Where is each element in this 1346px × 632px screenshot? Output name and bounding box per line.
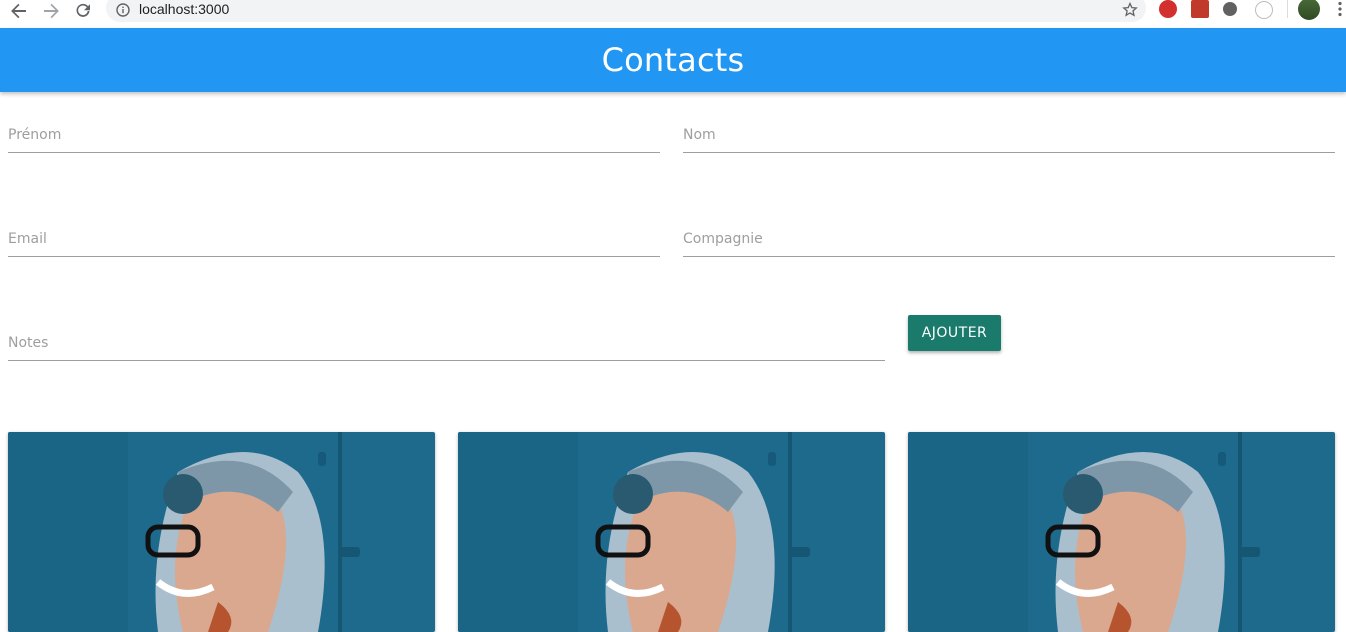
- extension-icon[interactable]: [1223, 2, 1237, 16]
- arrow-right-icon: [44, 3, 59, 19]
- page-title: Contacts: [601, 41, 745, 79]
- browser-toolbar: localhost:3000: [0, 0, 1346, 28]
- first-name-input[interactable]: [8, 118, 660, 153]
- toolbar-divider: [1287, 0, 1288, 18]
- arrow-left-icon: [11, 3, 26, 19]
- contact-photo: [8, 432, 435, 632]
- contact-card[interactable]: [8, 432, 435, 632]
- contact-card[interactable]: [458, 432, 885, 632]
- company-input[interactable]: [683, 222, 1335, 257]
- last-name-input[interactable]: [683, 118, 1335, 153]
- contact-photo: [458, 432, 885, 632]
- address-bar[interactable]: localhost:3000: [106, 0, 1146, 22]
- extension-icon[interactable]: [1191, 0, 1209, 18]
- notes-input[interactable]: [8, 326, 885, 361]
- extension-icon[interactable]: [1159, 0, 1177, 18]
- extension-icon[interactable]: [1255, 1, 1273, 19]
- app-header: Contacts: [0, 28, 1346, 92]
- add-button[interactable]: Ajouter: [908, 315, 1001, 351]
- url-text: localhost:3000: [139, 1, 230, 17]
- contact-card[interactable]: [908, 432, 1335, 632]
- info-icon: [116, 3, 130, 17]
- more-vert-icon[interactable]: [1337, 1, 1343, 17]
- email-field[interactable]: Email: [8, 217, 660, 257]
- company-field[interactable]: Compagnie: [683, 217, 1335, 257]
- first-name-field[interactable]: Prénom: [8, 113, 660, 153]
- last-name-field[interactable]: Nom: [683, 113, 1335, 153]
- reload-icon: [76, 3, 90, 17]
- contact-photo: [908, 432, 1335, 632]
- email-input[interactable]: [8, 222, 660, 257]
- forward-button[interactable]: [40, 0, 62, 22]
- avatar[interactable]: [1298, 0, 1320, 20]
- reload-button[interactable]: [72, 0, 94, 22]
- star-icon[interactable]: [1122, 2, 1138, 18]
- back-button[interactable]: [8, 0, 30, 22]
- notes-field[interactable]: Notes: [8, 321, 885, 361]
